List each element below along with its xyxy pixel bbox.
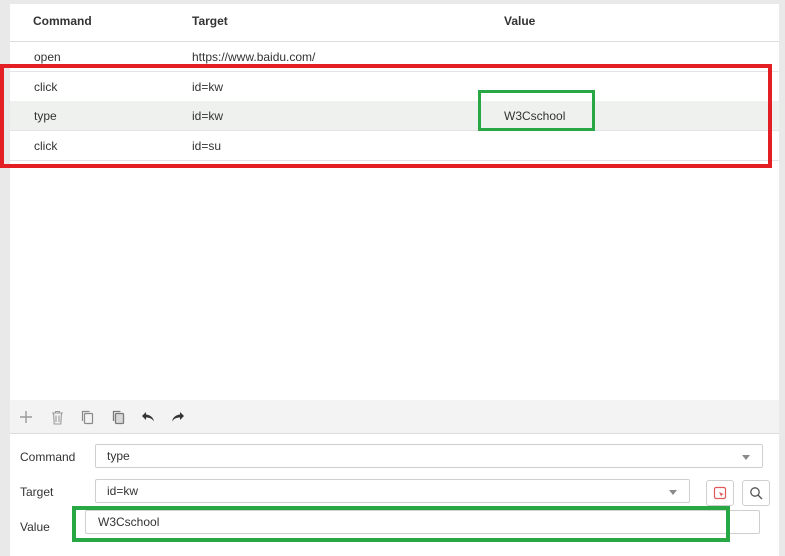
paste-icon[interactable] [108, 407, 128, 427]
trash-icon[interactable] [47, 407, 67, 427]
column-header-command: Command [33, 14, 92, 28]
command-toolbar [10, 400, 779, 434]
find-target-button[interactable] [742, 480, 770, 506]
select-target-button[interactable] [706, 480, 734, 506]
value-label: Value [20, 520, 50, 534]
target-label: Target [20, 485, 54, 499]
column-header-value: Value [504, 14, 536, 28]
command-label: Command [20, 450, 76, 464]
target-value: id=kw [107, 484, 139, 498]
highlight-box-green-table-value [478, 90, 595, 131]
chevron-down-icon [742, 455, 750, 460]
copy-icon[interactable] [77, 407, 97, 427]
highlight-box-green-value-input [72, 506, 730, 542]
select-target-icon [713, 486, 727, 500]
undo-icon[interactable] [138, 407, 158, 427]
chevron-down-icon [669, 490, 677, 495]
highlight-box-red [0, 64, 772, 168]
column-header-target: Target [192, 14, 228, 28]
command-select[interactable]: type [95, 444, 763, 468]
row-command: open [34, 50, 61, 64]
command-value: type [107, 449, 130, 463]
plus-icon[interactable] [16, 407, 36, 427]
row-target: https://www.baidu.com/ [192, 50, 316, 64]
target-select[interactable]: id=kw [95, 479, 690, 503]
redo-icon[interactable] [168, 407, 188, 427]
table-header: Command Target Value [10, 4, 779, 42]
search-icon [750, 487, 763, 500]
